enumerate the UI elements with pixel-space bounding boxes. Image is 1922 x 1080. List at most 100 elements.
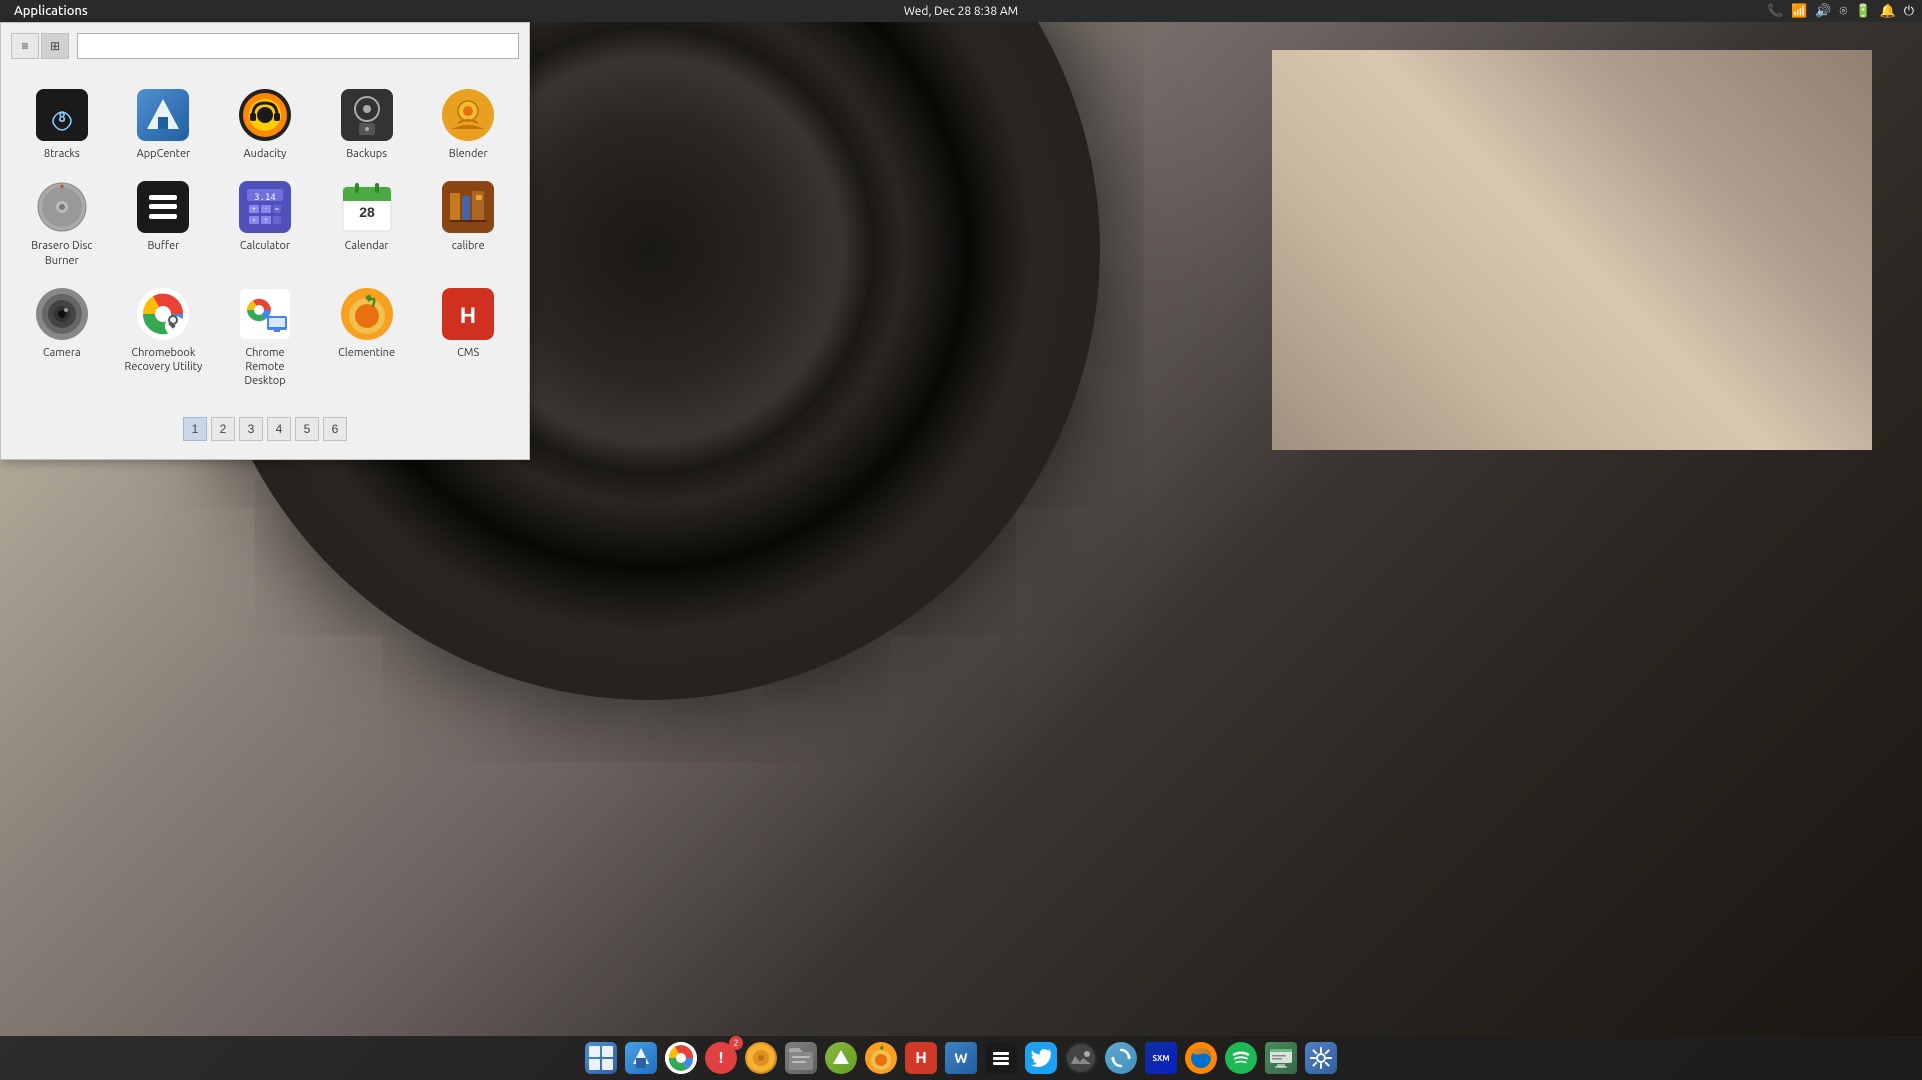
view-buttons: ≡ ⊞ xyxy=(11,33,69,59)
page-5-button[interactable]: 5 xyxy=(295,417,319,441)
panel-right: 📞 📶 🔊 ⌾ 🔋 🔔 ⏻ xyxy=(1767,4,1914,19)
8tracks-icon: 8 xyxy=(36,89,88,141)
volume-icon[interactable]: 🔊 xyxy=(1815,4,1831,19)
app-item-calibre[interactable]: calibre xyxy=(417,171,519,278)
applications-menu[interactable]: Applications xyxy=(8,4,94,18)
app-item-brasero[interactable]: Brasero Disc Burner xyxy=(11,171,113,278)
panel-datetime: Wed, Dec 28 8:38 AM xyxy=(904,5,1018,18)
taskbar-appget[interactable] xyxy=(623,1040,659,1076)
page-3-button[interactable]: 3 xyxy=(239,417,263,441)
photo-icon xyxy=(1065,1042,1097,1074)
backups-icon xyxy=(341,89,393,141)
taskbar-pair[interactable] xyxy=(1103,1040,1139,1076)
svg-text:÷: ÷ xyxy=(264,216,268,224)
taskbar-sxm[interactable]: SXM xyxy=(1143,1040,1179,1076)
app-item-appcenter[interactable]: AppCenter xyxy=(113,79,215,171)
spotify-icon xyxy=(1225,1042,1257,1074)
svg-text:H: H xyxy=(460,303,476,328)
writer-icon: W xyxy=(945,1042,977,1074)
app-grid: 8 8tracks xyxy=(11,69,519,409)
app-item-calendar[interactable]: 28 Calendar xyxy=(316,171,418,278)
pair-icon xyxy=(1105,1042,1137,1074)
clementine-icon xyxy=(341,288,393,340)
taskbar-mintwelcome[interactable] xyxy=(1263,1040,1299,1076)
app-label-chromebook: Chromebook Recovery Utility xyxy=(123,346,203,375)
app-launcher: ≡ ⊞ 8 8tracks xyxy=(0,22,530,460)
app-label-calibre: calibre xyxy=(452,239,485,253)
wifi-icon[interactable]: ⌾ xyxy=(1840,4,1848,19)
taskbar-writer[interactable]: W xyxy=(943,1040,979,1076)
audacity-icon xyxy=(239,89,291,141)
app-label-chrome-remote: Chrome Remote Desktop xyxy=(225,346,305,389)
svg-text:=: = xyxy=(275,205,279,213)
clementine-tb-icon xyxy=(865,1042,897,1074)
sxm-icon: SXM xyxy=(1145,1042,1177,1074)
taskbar-start[interactable] xyxy=(583,1040,619,1076)
svg-text:+: + xyxy=(252,205,256,213)
battery-icon[interactable]: 🔋 xyxy=(1855,4,1871,19)
taskbar-hiri[interactable]: H xyxy=(903,1040,939,1076)
taskbar-settings[interactable] xyxy=(1303,1040,1339,1076)
calendar-icon: 28 xyxy=(341,181,393,233)
page-2-button[interactable]: 2 xyxy=(211,417,235,441)
app-label-clementine: Clementine xyxy=(338,346,395,360)
power-icon[interactable]: ⏻ xyxy=(1904,4,1914,19)
app-item-camera[interactable]: Camera xyxy=(11,278,113,399)
notification-icon[interactable]: 🔔 xyxy=(1880,4,1896,19)
taskbar-files[interactable] xyxy=(783,1040,819,1076)
app-item-8tracks[interactable]: 8 8tracks xyxy=(11,79,113,171)
app-item-buffer[interactable]: Buffer xyxy=(113,171,215,278)
app-label-blender: Blender xyxy=(449,147,488,161)
taskbar-photo[interactable] xyxy=(1063,1040,1099,1076)
taskbar-updates[interactable]: ! 2 xyxy=(703,1040,739,1076)
buffer-tb-icon xyxy=(985,1042,1017,1074)
taskbar-mintupdate[interactable] xyxy=(823,1040,859,1076)
taskbar-mint[interactable] xyxy=(743,1040,779,1076)
taskbar-spotify[interactable] xyxy=(1223,1040,1259,1076)
list-view-button[interactable]: ≡ xyxy=(11,33,39,59)
svg-text:×: × xyxy=(252,216,256,224)
page-1-button[interactable]: 1 xyxy=(183,417,207,441)
mint-icon xyxy=(745,1042,777,1074)
app-item-backups[interactable]: Backups xyxy=(316,79,418,171)
app-item-clementine[interactable]: Clementine xyxy=(316,278,418,399)
app-item-chromebook[interactable]: Chromebook Recovery Utility xyxy=(113,278,215,399)
page-6-button[interactable]: 6 xyxy=(323,417,347,441)
taskbar: ! 2 xyxy=(0,1036,1922,1080)
search-input[interactable] xyxy=(77,33,519,59)
taskbar-clementine[interactable] xyxy=(863,1040,899,1076)
svg-text:28: 28 xyxy=(359,204,375,220)
taskbar-firefox[interactable] xyxy=(1183,1040,1219,1076)
taskbar-buffer-tb[interactable] xyxy=(983,1040,1019,1076)
blender-icon xyxy=(442,89,494,141)
network-icon[interactable]: 📶 xyxy=(1791,4,1807,19)
phone-icon[interactable]: 📞 xyxy=(1767,4,1783,19)
app-label-audacity: Audacity xyxy=(244,147,287,161)
app-label-8tracks: 8tracks xyxy=(44,147,80,161)
launcher-toolbar: ≡ ⊞ xyxy=(11,33,519,59)
app-item-audacity[interactable]: Audacity xyxy=(214,79,316,171)
files-icon xyxy=(785,1042,817,1074)
cms-icon: H xyxy=(442,288,494,340)
start-icon xyxy=(585,1042,617,1074)
app-label-backups: Backups xyxy=(346,147,387,161)
app-label-camera: Camera xyxy=(43,346,81,360)
app-label-appcenter: AppCenter xyxy=(137,147,191,161)
updates-badge: 2 xyxy=(729,1036,743,1050)
taskbar-chrome[interactable] xyxy=(663,1040,699,1076)
mintupdate-icon xyxy=(825,1042,857,1074)
app-label-brasero: Brasero Disc Burner xyxy=(22,239,102,268)
taskbar-twitter[interactable] xyxy=(1023,1040,1059,1076)
svg-text:-: - xyxy=(265,205,267,213)
page-4-button[interactable]: 4 xyxy=(267,417,291,441)
app-item-chrome-remote[interactable]: Chrome Remote Desktop xyxy=(214,278,316,399)
buffer-icon xyxy=(137,181,189,233)
appcenter-icon xyxy=(137,89,189,141)
appget-icon xyxy=(625,1042,657,1074)
top-panel: Applications Wed, Dec 28 8:38 AM 📞 📶 🔊 ⌾… xyxy=(0,0,1922,22)
chromebook-icon xyxy=(137,288,189,340)
app-item-blender[interactable]: Blender xyxy=(417,79,519,171)
app-item-cms[interactable]: H CMS xyxy=(417,278,519,399)
grid-view-button[interactable]: ⊞ xyxy=(41,33,69,59)
app-item-calculator[interactable]: 3.14 + - = × ÷ Calculator xyxy=(214,171,316,278)
